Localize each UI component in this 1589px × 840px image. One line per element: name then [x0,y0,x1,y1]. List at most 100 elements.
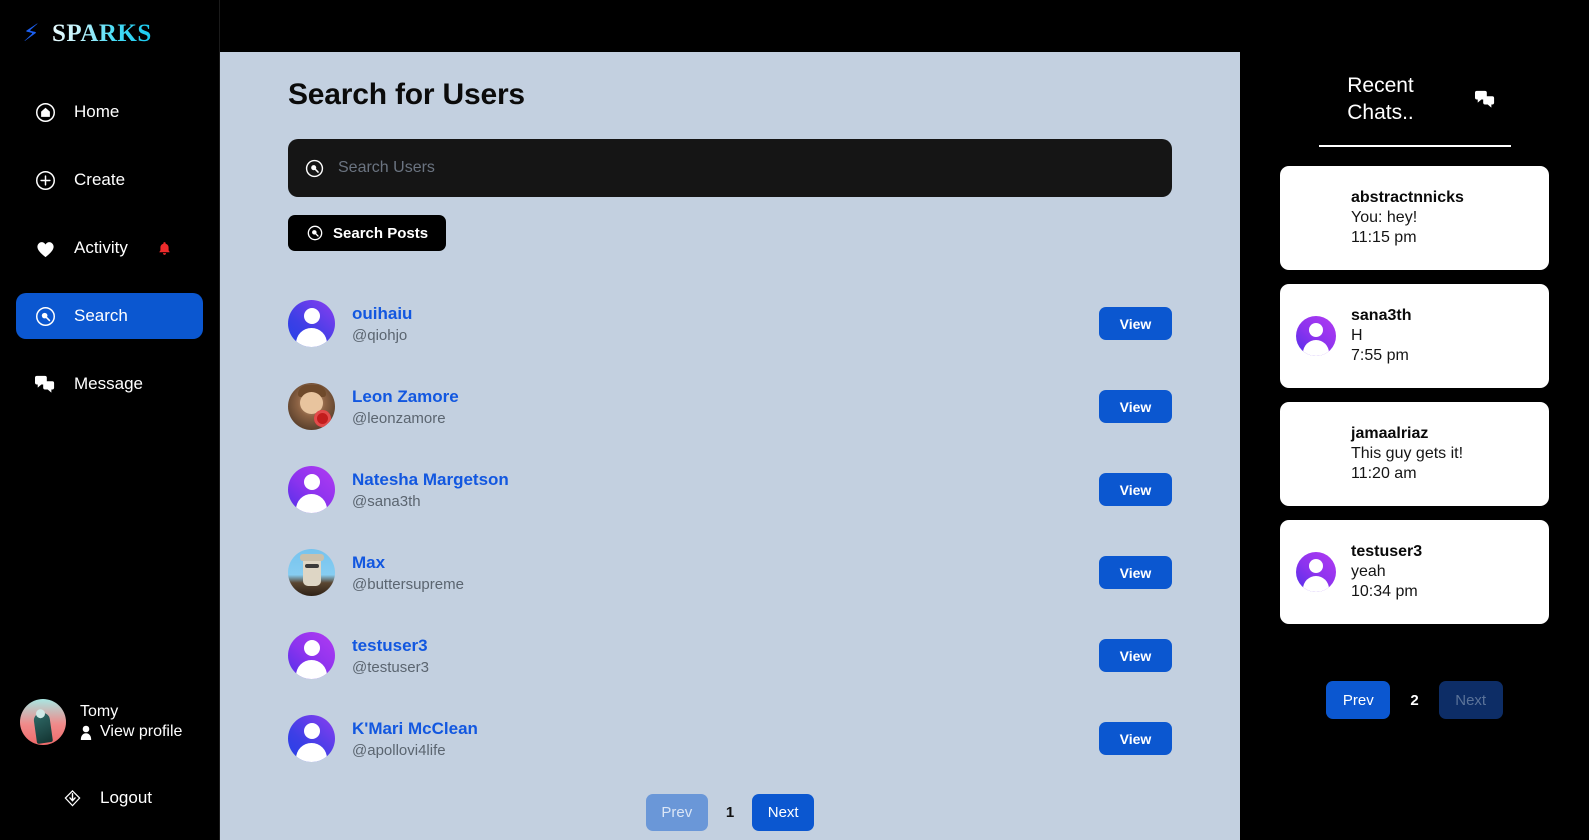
list-item[interactable]: sana3th H 7:55 pm [1280,284,1549,388]
sidebar-item-home[interactable]: Home [16,89,203,135]
chats-prev-button[interactable]: Prev [1326,681,1391,719]
brand-logo[interactable]: ⚡︎ SPARKS [0,0,219,54]
chat-timestamp: 10:34 pm [1351,583,1418,600]
chat-timestamp: 7:55 pm [1351,347,1409,364]
result-handle: @sana3th [352,492,421,510]
search-posts-label: Search Posts [333,224,429,242]
table-row: Leon Zamore @leonzamore View [220,365,1240,448]
table-row: ouihaiu @qiohjo View [220,282,1240,365]
message-icon[interactable] [1474,88,1496,110]
table-row: Max @buttersupreme View [220,531,1240,614]
sidebar-item-label: Activity [74,238,128,257]
table-row: K'Mari McClean @apollovi4life View [220,697,1240,780]
result-info: K'Mari McClean @apollovi4life [352,719,1099,759]
view-button[interactable]: View [1099,722,1172,755]
avatar [1296,316,1336,356]
list-item[interactable]: abstractnnicks You: hey! 11:15 pm [1280,166,1549,270]
search-input[interactable] [338,159,1156,177]
chat-body: jamaalriaz This guy gets it! 11:20 am [1351,425,1463,483]
view-profile-label: View profile [100,723,183,740]
chats-next-button[interactable]: Next [1438,681,1503,719]
sidebar-item-label: Search [74,306,128,325]
sidebar-item-label: Message [74,374,143,393]
list-item[interactable]: jamaalriaz This guy gets it! 11:20 am [1280,402,1549,506]
page-number: 1 [725,804,735,821]
lightning-bolt-icon: ⚡︎ [22,20,40,47]
home-circle-icon [34,101,56,123]
result-info: ouihaiu @qiohjo [352,304,1099,344]
chat-last-message: This guy gets it! [1351,445,1464,462]
result-info: testuser3 @testuser3 [352,636,1099,676]
sidebar-item-search[interactable]: Search [16,293,203,339]
chat-username: abstractnnicks [1351,189,1464,206]
view-button[interactable]: View [1099,390,1172,423]
sidebar-item-create[interactable]: Create [16,157,203,203]
table-row: Natesha Margetson @sana3th View [220,448,1240,531]
sidebar-item-activity[interactable]: Activity [16,225,203,271]
search-bar-wrapper [288,139,1172,197]
result-info: Max @buttersupreme [352,553,1099,593]
chat-last-message: yeah [1351,563,1386,580]
avatar [288,715,335,762]
search-circle-icon [34,305,56,327]
result-display-name[interactable]: ouihaiu [352,304,1099,324]
chat-body: sana3th H 7:55 pm [1351,307,1411,365]
bell-icon [158,240,172,256]
search-circle-icon [306,225,323,242]
result-display-name[interactable]: Max [352,553,1099,573]
result-display-name[interactable]: Natesha Margetson [352,470,1099,490]
logout-label: Logout [100,788,152,807]
heart-icon [34,237,56,259]
chat-timestamp: 11:15 pm [1351,229,1417,246]
avatar [1296,434,1336,474]
chat-list: abstractnnicks You: hey! 11:15 pm sana3t… [1240,166,1589,624]
recent-chats-panel: Recent Chats.. abstractnnicks You: hey! [1240,0,1589,840]
result-display-name[interactable]: K'Mari McClean [352,719,1099,739]
profile-block[interactable]: Tomy View profile [0,690,219,754]
view-button[interactable]: View [1099,307,1172,340]
search-posts-button[interactable]: Search Posts [288,215,447,251]
result-handle: @qiohjo [352,326,408,344]
search-circle-icon [304,158,324,178]
result-handle: @testuser3 [352,658,429,676]
sidebar-item-message[interactable]: Message [16,361,203,407]
avatar [1296,552,1336,592]
chat-username: sana3th [1351,307,1412,324]
view-button[interactable]: View [1099,639,1172,672]
search-box[interactable] [288,139,1172,197]
plus-circle-icon [34,169,56,191]
user-results-list: ouihaiu @qiohjo View Leon Zamore @leonza… [220,282,1240,780]
list-item[interactable]: testuser3 yeah 10:34 pm [1280,520,1549,624]
main-content: Search for Users Search Users Search Pos… [220,52,1240,840]
sidebar-item-label: Create [74,170,126,189]
avatar [288,549,335,596]
view-button[interactable]: View [1099,473,1172,506]
divider [1318,145,1511,147]
result-handle: @apollovi4life [352,741,446,759]
app-root: ⚡︎ SPARKS Home Create Activity Search Me… [0,0,1589,840]
avatar [288,466,335,513]
result-info: Leon Zamore @leonzamore [352,387,1099,427]
view-button[interactable]: View [1099,556,1172,589]
logout-button[interactable]: Logout [0,778,219,818]
profile-text: Tomy View profile [80,703,182,741]
chat-body: abstractnnicks You: hey! 11:15 pm [1351,189,1464,247]
chat-last-message: H [1351,327,1363,344]
result-display-name[interactable]: testuser3 [352,636,1099,656]
main-pagination: Prev 1 Next [220,794,1240,831]
chat-body: testuser3 yeah 10:34 pm [1351,543,1422,601]
view-profile-link[interactable]: View profile [80,723,182,741]
recent-chats-header: Recent Chats.. [1240,72,1589,126]
next-page-button[interactable]: Next [752,794,815,831]
avatar [288,383,335,430]
sidebar-item-label: Home [74,102,120,121]
avatar [288,632,335,679]
prev-page-button[interactable]: Prev [645,794,708,831]
chat-username: testuser3 [1351,543,1423,560]
avatar [20,699,66,745]
page-title: Search for Users [288,78,525,111]
result-display-name[interactable]: Leon Zamore [352,387,1099,407]
result-info: Natesha Margetson @sana3th [352,470,1099,510]
avatar [1296,198,1336,238]
